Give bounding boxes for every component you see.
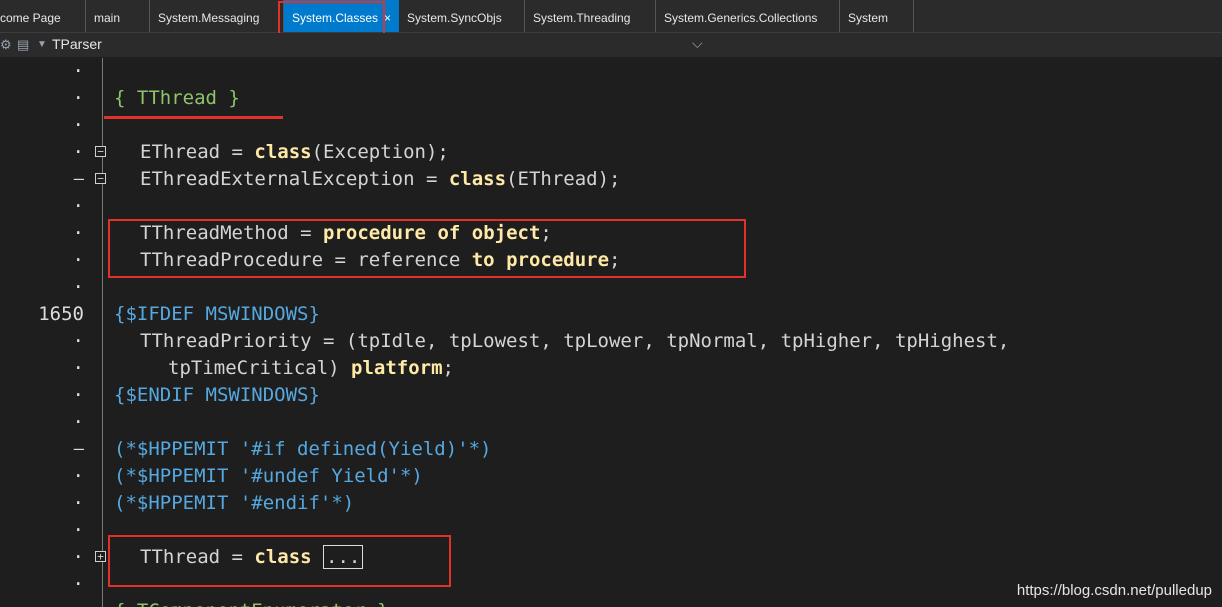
line-marker: · xyxy=(72,519,84,541)
code-text: (*$HPPEMIT '#if defined(Yield)'*) xyxy=(114,438,492,460)
close-icon[interactable]: × xyxy=(384,11,391,25)
code-line: · xyxy=(0,274,1222,301)
line-marker: · xyxy=(72,546,84,568)
annotation-underline xyxy=(104,116,283,119)
dropdown-chevron-icon[interactable]: ⌵ xyxy=(692,35,703,52)
line-marker: · xyxy=(72,411,84,433)
line-number: 1650 xyxy=(38,303,84,325)
code-line: · tpTimeCritical) platform; xyxy=(0,355,1222,382)
tab-bar: come Page main System.Messaging System.C… xyxy=(0,0,1222,33)
line-marker: · xyxy=(72,87,84,109)
code-text: { TThread } xyxy=(114,87,240,109)
line-marker: · xyxy=(72,195,84,217)
structure-nav-bar: ⚙ ▤ ▼ TParser ⌵ xyxy=(0,33,1222,57)
code-editor[interactable]: · · { TThread } · · − EThread = class(Ex… xyxy=(0,58,1222,607)
tab-label: System.Messaging xyxy=(158,11,260,25)
line-marker: · xyxy=(72,249,84,271)
code-text: (*$HPPEMIT '#undef Yield'*) xyxy=(114,465,423,487)
code-text: (*$HPPEMIT '#endif'*) xyxy=(114,492,355,514)
tab-label: main xyxy=(94,11,121,25)
code-line: · − EThread = class(Exception); xyxy=(0,139,1222,166)
expand-icon[interactable]: + xyxy=(95,551,106,562)
code-line: · {$ENDIF MSWINDOWS} xyxy=(0,382,1222,409)
line-marker: · xyxy=(72,330,84,352)
tab-system-generics-collections[interactable]: System.Generics.Collections xyxy=(656,0,840,32)
tab-label: System.Generics.Collections xyxy=(664,11,818,25)
code-line: · xyxy=(0,58,1222,85)
tab-system-threading[interactable]: System.Threading xyxy=(525,0,656,32)
tab-welcome-page[interactable]: come Page xyxy=(0,0,86,32)
nav-current-symbol[interactable]: TParser xyxy=(52,36,102,52)
code-text: tpTimeCritical) platform; xyxy=(168,357,454,379)
tab-label: System xyxy=(848,11,889,25)
code-line: · (*$HPPEMIT '#endif'*) xyxy=(0,490,1222,517)
code-line: – (*$HPPEMIT '#if defined(Yield)'*) xyxy=(0,436,1222,463)
chevron-down-icon[interactable]: ▼ xyxy=(37,39,47,50)
code-line: · xyxy=(0,193,1222,220)
tab-main[interactable]: main xyxy=(86,0,150,32)
line-marker: – xyxy=(73,439,84,459)
code-line: · xyxy=(0,409,1222,436)
code-text: {$ENDIF MSWINDOWS} xyxy=(114,384,320,406)
line-marker: · xyxy=(72,357,84,379)
line-marker: · xyxy=(72,492,84,514)
code-text: TThreadPriority = (tpIdle, tpLowest, tpL… xyxy=(140,330,1010,352)
watermark: https://blog.csdn.net/pulledup xyxy=(1016,582,1212,599)
class-icon: ▤ xyxy=(17,37,30,52)
line-marker: · xyxy=(72,465,84,487)
tab-label: come Page xyxy=(0,11,61,25)
line-marker: · xyxy=(72,222,84,244)
tab-label: System.Threading xyxy=(533,11,631,25)
code-text: EThread = class(Exception); xyxy=(140,141,449,163)
code-line: 1650 {$IFDEF MSWINDOWS} xyxy=(0,301,1222,328)
tab-label: System.SyncObjs xyxy=(407,11,502,25)
tab-system-syncobjs[interactable]: System.SyncObjs xyxy=(399,0,525,32)
line-marker: · xyxy=(72,384,84,406)
annotation-box-tthread xyxy=(108,535,451,587)
line-marker: · xyxy=(72,141,84,163)
code-line: · TThreadPriority = (tpIdle, tpLowest, t… xyxy=(0,328,1222,355)
code-line: { TComponentEnumerator } xyxy=(0,598,1222,607)
tab-system[interactable]: System xyxy=(840,0,914,32)
line-marker: · xyxy=(72,114,84,136)
code-text: {$IFDEF MSWINDOWS} xyxy=(114,303,320,325)
line-marker: · xyxy=(72,573,84,595)
annotation-box-method-types xyxy=(108,219,746,278)
code-line: · { TThread } xyxy=(0,85,1222,112)
tab-system-messaging[interactable]: System.Messaging xyxy=(150,0,284,32)
code-line: – − EThreadExternalException = class(ETh… xyxy=(0,166,1222,193)
line-marker: · xyxy=(72,276,84,298)
code-line: · (*$HPPEMIT '#undef Yield'*) xyxy=(0,463,1222,490)
line-marker: · xyxy=(72,60,84,82)
line-marker: – xyxy=(73,169,84,189)
collapse-icon[interactable]: − xyxy=(95,146,106,157)
code-text: { TComponentEnumerator } xyxy=(114,598,389,607)
settings-icon[interactable]: ⚙ xyxy=(0,37,12,53)
collapse-icon[interactable]: − xyxy=(95,173,106,184)
code-text: EThreadExternalException = class(EThread… xyxy=(140,168,621,190)
